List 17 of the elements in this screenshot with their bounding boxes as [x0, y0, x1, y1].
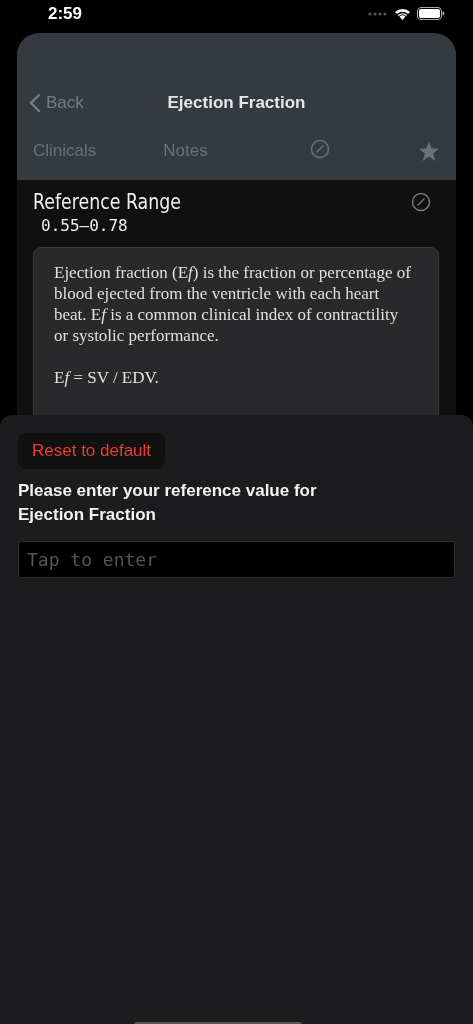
chevron-left-icon: [29, 93, 41, 113]
section-title: Reference Range: [33, 190, 181, 214]
description-text: Ef = SV / EDV.: [54, 367, 160, 388]
reset-button[interactable]: Reset to default: [18, 433, 166, 469]
prohibited-icon[interactable]: [309, 139, 330, 159]
prohibited-icon[interactable]: [411, 192, 431, 212]
reference-value: 0.55–0.78: [41, 216, 129, 235]
back-button[interactable]: Back: [29, 93, 84, 113]
input-field[interactable]: Tap to enter: [18, 541, 455, 578]
prompt-text: Please enter your reference value for Ejection Fraction: [18, 480, 318, 526]
battery-icon: [417, 7, 445, 20]
status-time: 2:59: [48, 3, 83, 24]
star-icon[interactable]: [418, 140, 440, 162]
screen-title: Ejection Fraction: [167, 93, 306, 112]
signal-icon: [368, 11, 388, 16]
description-text: Ejection fraction (Ef) is the fraction or percentage of blood ejected from the ventricle with each heart beat. Ef is a common clinical index of contractility or systolic performance.: [54, 262, 412, 346]
wifi-icon: [394, 7, 411, 20]
